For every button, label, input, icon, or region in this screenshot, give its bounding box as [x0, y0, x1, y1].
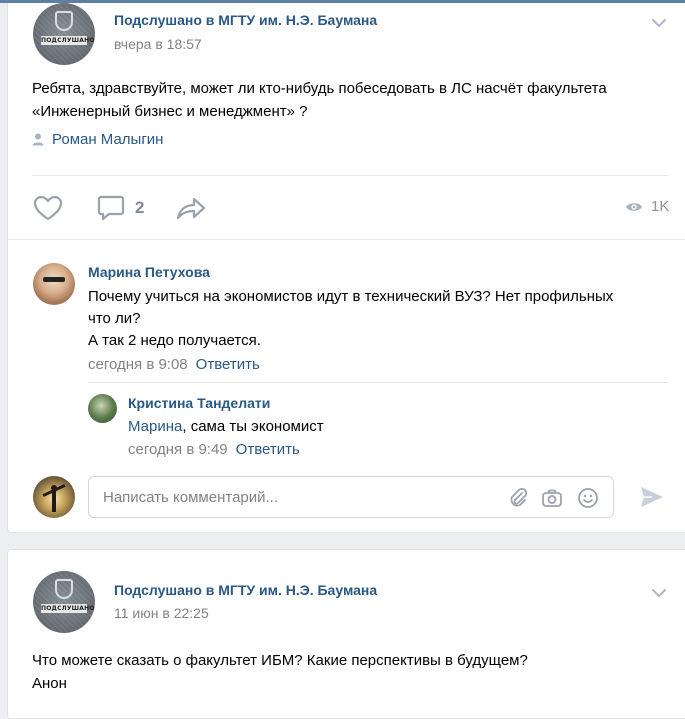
share-icon [176, 197, 206, 220]
signer-name[interactable]: Роман Малыгин [52, 131, 163, 148]
reply-button[interactable]: Ответить [236, 441, 300, 458]
post-text: Ребята, здравствуйте, может ли кто-нибуд… [32, 77, 607, 123]
comment-time[interactable]: сегодня в 9:08 [88, 356, 188, 373]
avatar-banner: ПОДСЛУШАНО [41, 36, 95, 45]
comment-meta: сегодня в 9:49 Ответить [128, 441, 300, 458]
comments-count: 2 [135, 198, 145, 217]
mention-link[interactable]: Марина [128, 418, 182, 435]
commenter-avatar[interactable] [33, 263, 75, 305]
chevron-down-icon[interactable] [651, 18, 667, 28]
comment-icon [97, 195, 125, 221]
group-avatar[interactable]: ПОДСЛУШАНО [33, 3, 95, 65]
chevron-down-icon[interactable] [651, 588, 667, 598]
views-count: 1K [651, 198, 670, 215]
divider [32, 175, 669, 176]
comment-author[interactable]: Марина Петухова [88, 264, 210, 280]
comment-text-line: А так 2 недо получается. [88, 332, 261, 349]
views-counter: 1K [625, 198, 669, 215]
comment-text-line: Почему учиться на экономистов идут в тех… [88, 288, 614, 305]
eye-icon [626, 202, 642, 211]
comment-input-box[interactable] [88, 476, 614, 518]
post-card: ПОДСЛУШАНО Подслушано в МГТУ им. Н.Э. Ба… [7, 3, 685, 533]
group-name-link[interactable]: Подслушано в МГТУ им. Н.Э. Баумана [114, 12, 377, 28]
shield-icon [55, 11, 73, 31]
post-text-line: Анон [32, 675, 67, 692]
post-text: Что можете сказать о факультет ИБМ? Каки… [32, 649, 528, 695]
user-icon [32, 133, 44, 146]
comment-author[interactable]: Кристина Танделати [128, 395, 270, 411]
reply-button[interactable]: Ответить [196, 356, 260, 373]
heart-icon [33, 195, 63, 221]
paperclip-icon[interactable] [507, 487, 529, 509]
comment-text-line: что ли? [88, 310, 141, 327]
group-avatar[interactable]: ПОДСЛУШАНО [33, 571, 95, 633]
post-signer[interactable]: Роман Малыгин [32, 131, 163, 148]
comment-time[interactable]: сегодня в 9:49 [128, 441, 228, 458]
commenter-avatar[interactable] [88, 394, 117, 423]
post-text-line: Что можете сказать о факультет ИБМ? Каки… [32, 652, 528, 669]
post-card: ПОДСЛУШАНО Подслушано в МГТУ им. Н.Э. Ба… [7, 549, 685, 719]
send-icon[interactable] [640, 486, 664, 508]
shield-icon [55, 579, 73, 599]
camera-icon[interactable] [541, 487, 563, 509]
divider [88, 382, 669, 383]
like-button[interactable] [33, 195, 63, 221]
post-time[interactable]: вчера в 18:57 [114, 36, 202, 52]
comment-input[interactable] [103, 487, 493, 507]
comment-text: Марина, сама ты экономист [128, 416, 324, 438]
avatar-banner: ПОДСЛУШАНО [41, 604, 95, 613]
post-time[interactable]: 11 июн в 22:25 [114, 605, 209, 621]
group-name-link[interactable]: Подслушано в МГТУ им. Н.Э. Баумана [114, 582, 377, 598]
post-text-line: Ребята, здравствуйте, может ли кто-нибуд… [32, 80, 607, 97]
comment-text-body: , сама ты экономист [182, 418, 324, 435]
share-button[interactable] [175, 195, 207, 221]
smiley-icon[interactable] [577, 487, 599, 509]
comment-text: Почему учиться на экономистов идут в тех… [88, 286, 613, 352]
post-text-line: «Инженерный бизнес и менеджмент» ? [32, 103, 308, 120]
my-avatar[interactable] [33, 476, 75, 518]
divider [8, 239, 685, 240]
comment-meta: сегодня в 9:08 Ответить [88, 356, 260, 373]
comment-button[interactable]: 2 [97, 195, 144, 221]
